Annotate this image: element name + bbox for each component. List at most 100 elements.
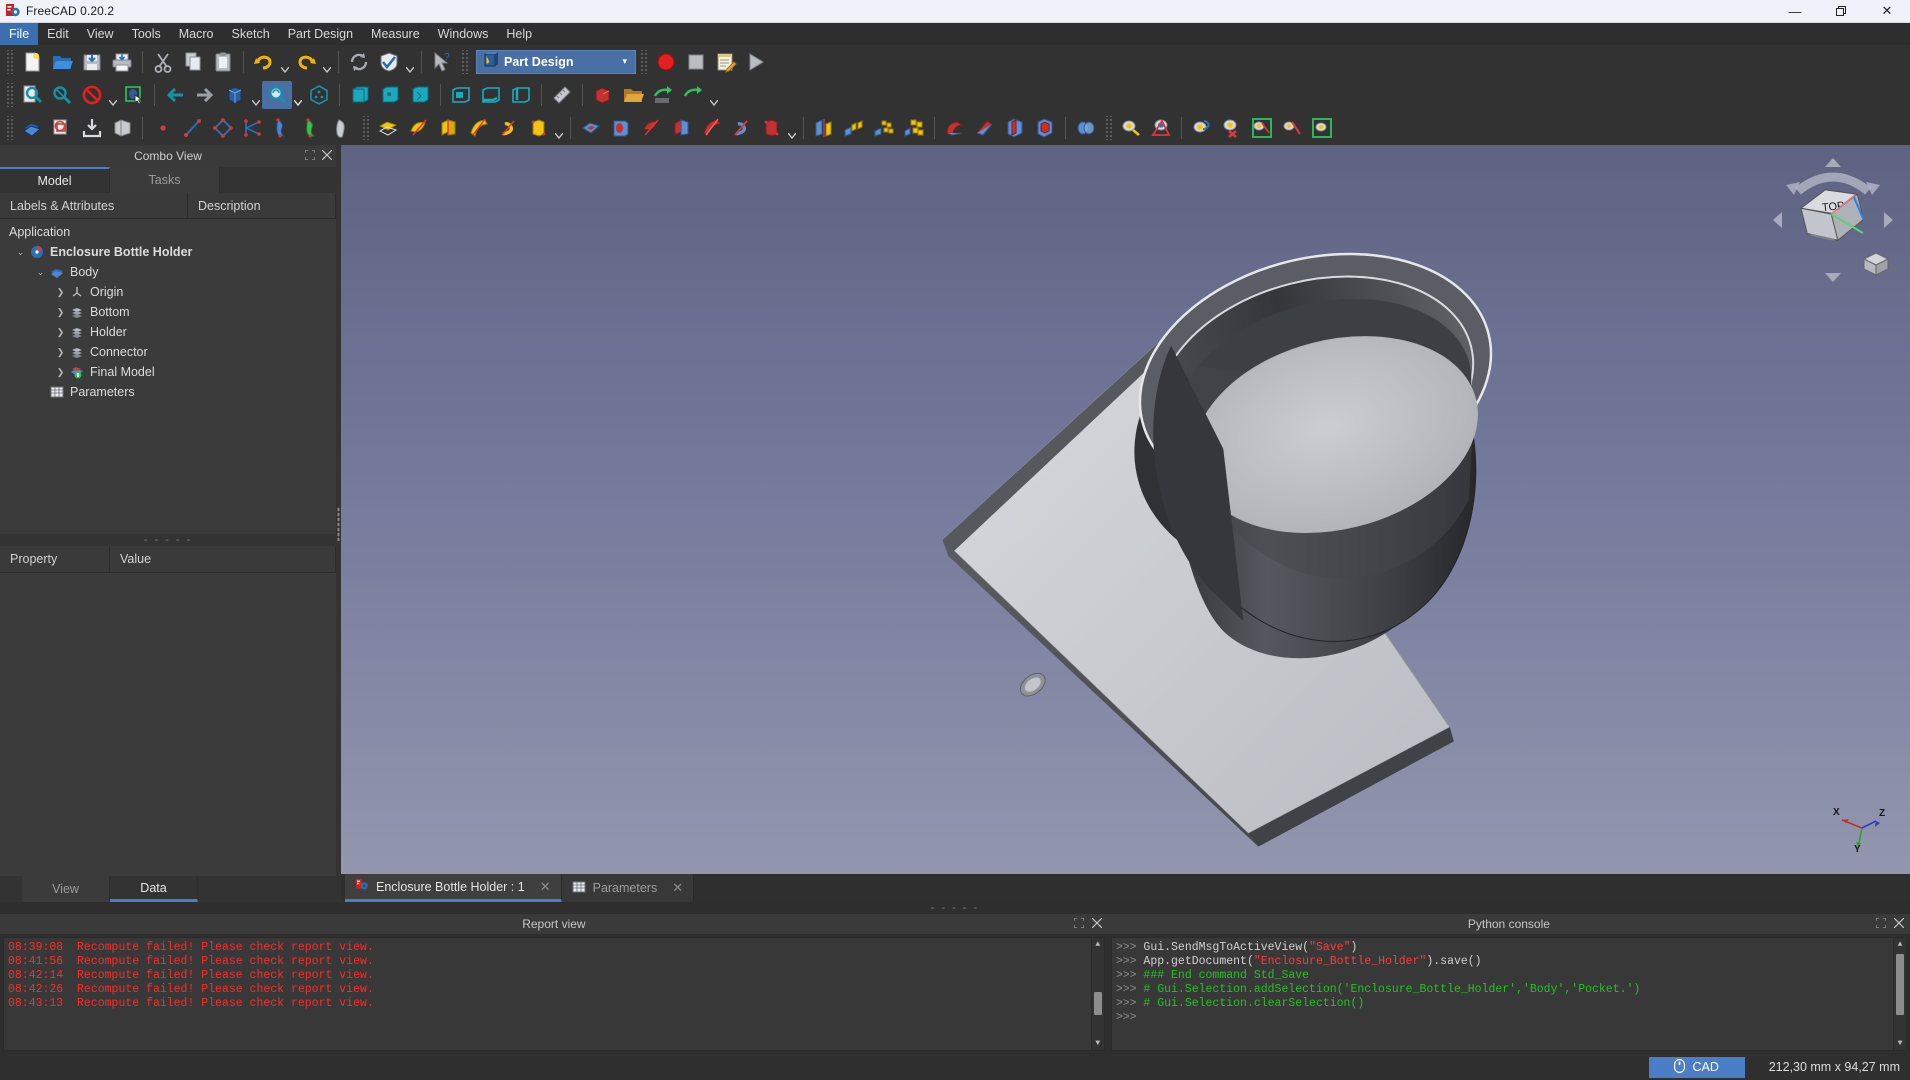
- scrollbar-thumb[interactable]: [1896, 954, 1905, 1015]
- additive-loft2-icon[interactable]: [433, 114, 463, 142]
- tree-item-parameters[interactable]: Parameters: [0, 382, 336, 402]
- right-view-icon[interactable]: [405, 81, 435, 109]
- redo-icon[interactable]: [291, 48, 321, 76]
- zoom-view-icon[interactable]: [262, 80, 292, 109]
- create-arc-icon[interactable]: [238, 114, 268, 142]
- redo-dropdown-caret-icon[interactable]: [321, 48, 333, 76]
- measure-angular-icon[interactable]: [1146, 114, 1176, 142]
- axonometric-view-icon[interactable]: [220, 81, 250, 109]
- scroll-up-icon[interactable]: ▲: [1095, 938, 1100, 951]
- chevron-right-icon[interactable]: ❯: [54, 287, 67, 298]
- measure-delete-icon[interactable]: [1217, 114, 1247, 142]
- create-body-icon[interactable]: [17, 114, 47, 142]
- create-point-icon[interactable]: [148, 114, 178, 142]
- python-console-output[interactable]: >>> Gui.SendMsgToActiveView("Save") >>> …: [1110, 937, 1908, 1051]
- close-icon[interactable]: [1091, 917, 1103, 931]
- thickness-icon[interactable]: [1030, 114, 1060, 142]
- menu-item-part-design[interactable]: Part Design: [279, 23, 362, 45]
- tab-model[interactable]: Model: [0, 167, 110, 193]
- subtractive-primitive-icon[interactable]: [756, 114, 786, 142]
- measure-toggle-delta-icon[interactable]: [1307, 114, 1337, 142]
- polar-pattern-icon[interactable]: [869, 114, 899, 142]
- tree-item-document[interactable]: ⌄ Enclosure Bottle Holder: [0, 242, 336, 262]
- toolbar-grip[interactable]: [5, 82, 14, 107]
- column-description[interactable]: Description: [188, 193, 336, 218]
- top-view-icon[interactable]: [375, 81, 405, 109]
- chevron-down-icon[interactable]: ⌄: [34, 267, 47, 278]
- subtractive-caret-icon[interactable]: [786, 114, 798, 142]
- additive-shape-icon[interactable]: [268, 114, 298, 142]
- close-icon[interactable]: ✕: [532, 879, 551, 895]
- measure-icon[interactable]: [547, 81, 577, 109]
- fit-selection-icon[interactable]: [47, 81, 77, 109]
- save-document-icon[interactable]: [77, 48, 107, 76]
- tab-tasks[interactable]: Tasks: [110, 167, 220, 193]
- validate-sketch-icon[interactable]: [374, 48, 404, 76]
- toolbar-grip[interactable]: [460, 49, 469, 74]
- scroll-down-icon[interactable]: ▼: [1898, 1037, 1903, 1050]
- pad-icon[interactable]: [373, 114, 403, 142]
- select-box-icon[interactable]: [119, 81, 149, 109]
- multi-transform-icon[interactable]: [899, 114, 929, 142]
- map-sketch-icon[interactable]: [107, 114, 137, 142]
- column-labels-attributes[interactable]: Labels & Attributes: [0, 193, 188, 218]
- refresh-icon[interactable]: [344, 48, 374, 76]
- boolean-icon[interactable]: [1071, 114, 1101, 142]
- tab-view[interactable]: View: [22, 876, 110, 902]
- additive-loft-icon[interactable]: [298, 114, 328, 142]
- attach-sketch-icon[interactable]: [77, 114, 107, 142]
- link-make-icon[interactable]: [588, 81, 618, 109]
- menu-item-file[interactable]: File: [0, 23, 39, 45]
- python-input-line[interactable]: >>>: [1116, 1011, 1902, 1025]
- toolbar-grip[interactable]: [639, 49, 648, 74]
- export-link-icon[interactable]: [648, 81, 678, 109]
- tree-item-final-model[interactable]: ❯ Final Model: [0, 362, 336, 382]
- scrollbar-thumb[interactable]: [1093, 992, 1102, 1015]
- measure-refresh-icon[interactable]: [1187, 114, 1217, 142]
- create-polyline-icon[interactable]: [208, 114, 238, 142]
- column-value[interactable]: Value: [110, 546, 336, 572]
- pocket-icon[interactable]: [576, 114, 606, 142]
- chevron-right-icon[interactable]: ❯: [54, 347, 67, 358]
- float-icon[interactable]: [1073, 916, 1085, 931]
- chevron-right-icon[interactable]: ❯: [54, 327, 67, 338]
- hole-icon[interactable]: [606, 114, 636, 142]
- tree-item-connector[interactable]: ❯ Connector: [0, 342, 336, 362]
- macro-execute-icon[interactable]: [741, 48, 771, 76]
- revolution-icon[interactable]: [403, 114, 433, 142]
- menu-item-view[interactable]: View: [78, 23, 123, 45]
- subtractive-pipe-icon[interactable]: [696, 114, 726, 142]
- paste-icon[interactable]: [208, 48, 238, 76]
- view-tab-enclosure-bottle-holder[interactable]: Enclosure Bottle Holder : 1 ✕: [345, 874, 562, 902]
- tree-item-origin[interactable]: ❯ Origin: [0, 282, 336, 302]
- create-sketch-icon[interactable]: [47, 114, 77, 142]
- measure-toggle-all-icon[interactable]: [1247, 114, 1277, 142]
- measure-linear-icon[interactable]: [1116, 114, 1146, 142]
- toolbar-grip[interactable]: [5, 49, 14, 74]
- horizontal-splitter[interactable]: - - - - -: [0, 902, 1910, 914]
- rear-view-icon[interactable]: [446, 81, 476, 109]
- cut-icon[interactable]: [148, 48, 178, 76]
- float-icon[interactable]: [1875, 916, 1887, 931]
- fit-all-icon[interactable]: [17, 81, 47, 109]
- macro-stop-icon[interactable]: [681, 48, 711, 76]
- fillet-icon[interactable]: [940, 114, 970, 142]
- additive-primitive-icon[interactable]: [523, 114, 553, 142]
- workbench-selector[interactable]: Part Design ▾: [476, 49, 636, 74]
- folder-icon[interactable]: [618, 81, 648, 109]
- isometric-view-icon[interactable]: [304, 81, 334, 109]
- scroll-down-icon[interactable]: ▼: [1095, 1037, 1100, 1050]
- whats-this-icon[interactable]: ?: [427, 48, 457, 76]
- python-scrollbar[interactable]: ▲ ▼: [1893, 938, 1907, 1050]
- float-icon[interactable]: [304, 148, 316, 163]
- link-caret-icon[interactable]: [708, 81, 720, 109]
- additive-pipe2-icon[interactable]: [463, 114, 493, 142]
- zoom-caret-icon[interactable]: [292, 81, 304, 109]
- panel-splitter[interactable]: - - - - -: [0, 534, 336, 546]
- chevron-down-icon[interactable]: ⌄: [14, 247, 27, 258]
- additive-helix-icon[interactable]: [493, 114, 523, 142]
- column-property[interactable]: Property: [0, 546, 110, 572]
- menu-item-tools[interactable]: Tools: [123, 23, 170, 45]
- model-tree[interactable]: Application ⌄ Enclosure Bottle Holder ⌄: [0, 219, 336, 534]
- bottom-view-icon[interactable]: [476, 81, 506, 109]
